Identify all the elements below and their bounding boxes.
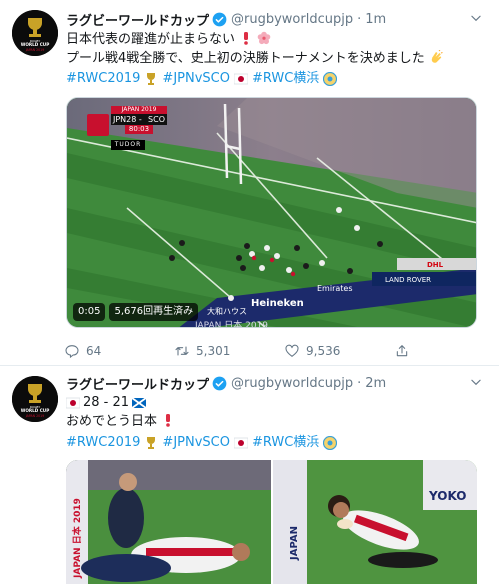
scorebug-logo: [87, 114, 109, 136]
tweet-line-2: プール戦4戦全勝で、史上初の決勝トーナメントを決めました: [66, 51, 425, 66]
flag-japan-icon: [66, 397, 80, 408]
sponsor-badge: TUDOR: [111, 140, 145, 150]
retweet-count: 5,301: [196, 344, 231, 358]
hashtag-rwc-yokohama[interactable]: #RWC横浜: [252, 433, 319, 452]
board-emirates: Emirates: [317, 284, 353, 293]
flag-scotland-icon: [132, 396, 147, 409]
board-dhl: DHL: [427, 261, 444, 269]
timestamp[interactable]: 1m: [365, 12, 386, 27]
tweet-header: ラグビーワールドカップ @rugbyworldcupjp · 1m: [66, 9, 487, 29]
tweet-text: 日本代表の躍進が止まらない プール戦4戦全勝で、史上初の決勝トーナメントを決めま…: [66, 30, 487, 68]
video-player[interactable]: Heineken Emirates LAND ROVER DHL 大和ハウス J…: [66, 97, 477, 328]
hashtag-jpnvsco[interactable]: #JPNvSCO: [162, 433, 230, 452]
verified-icon: [212, 12, 227, 26]
exclamation-icon: [244, 32, 249, 45]
yokohama-icon: [323, 435, 338, 450]
score-line: 28 - 21: [83, 395, 130, 410]
svg-text:WORLD CUP: WORLD CUP: [21, 408, 50, 413]
video-overlay: 0:05 5,676回再生済み: [73, 303, 199, 321]
tweet-line-1: 日本代表の躍進が止まらない: [66, 32, 236, 47]
rwc-cup-icon: [147, 436, 156, 449]
handle[interactable]: @rugbyworldcupjp: [231, 12, 353, 27]
hashtag-jpnvsco[interactable]: #JPNvSCO: [162, 69, 230, 88]
tweet-header: ラグビーワールドカップ @rugbyworldcupjp · 2m: [66, 373, 487, 393]
action-bar: 64 5,301 9,536: [64, 341, 424, 361]
flag-japan-icon: [233, 73, 248, 84]
separator: ·: [357, 11, 362, 27]
home-team: JPN: [113, 115, 127, 124]
board-land-rover: LAND ROVER: [385, 276, 431, 284]
photo-grid: JAPAN 日本 2019 JAPAN YOKO: [66, 460, 477, 584]
timestamp[interactable]: 2m: [365, 376, 386, 391]
verified-icon: [212, 376, 227, 390]
scorebug: JAPAN 2019 JPN 28 - 21 SCO 80:03 TUDOR: [87, 106, 167, 150]
like-count: 9,536: [306, 344, 341, 358]
board-japan-2019: JAPAN 日本 2019: [194, 319, 268, 328]
share-button[interactable]: [394, 341, 424, 361]
svg-text:JAPAN 2019: JAPAN 2019: [25, 414, 44, 418]
photo-2[interactable]: JAPAN YOKO: [272, 460, 477, 584]
avatar[interactable]: RUGBY WORLD CUP JAPAN 2019: [12, 10, 58, 56]
svg-text:JAPAN 2019: JAPAN 2019: [25, 48, 44, 52]
like-button[interactable]: 9,536: [284, 341, 394, 361]
svg-text:WORLD CUP: WORLD CUP: [21, 42, 50, 47]
match-clock: 80:03: [125, 125, 153, 134]
hashtag-row: #RWC2019 #JPNvSCO #RWC横浜: [66, 433, 487, 452]
hashtag-rwc2019[interactable]: #RWC2019: [66, 433, 140, 452]
hashtag-row: #RWC2019 #JPNvSCO #RWC横浜: [66, 69, 487, 88]
tweet-text: 28 - 21 おめでとう日本: [66, 393, 487, 431]
hashtag-rwc-yokohama[interactable]: #RWC横浜: [252, 69, 319, 88]
rwc-cup-icon: [147, 72, 156, 85]
display-name[interactable]: ラグビーワールドカップ: [66, 10, 209, 29]
caret-down-icon[interactable]: [469, 11, 483, 25]
rwc-logo-icon: RUGBY WORLD CUP JAPAN 2019: [12, 10, 58, 56]
board-heineken: Heineken: [251, 298, 304, 309]
hashtag-rwc2019[interactable]: #RWC2019: [66, 69, 140, 88]
yokohama-icon: [323, 71, 338, 86]
video-duration: 0:05: [73, 303, 106, 321]
exclamation-icon: [166, 414, 171, 427]
flag-japan-icon: [233, 437, 248, 448]
separator: ·: [357, 375, 362, 391]
scorebug-score: JPN 28 - 21 SCO: [111, 114, 167, 135]
board-daiwa: 大和ハウス: [207, 306, 247, 316]
retweet-button[interactable]: 5,301: [174, 341, 284, 361]
share-icon: [396, 345, 408, 357]
reply-count: 64: [86, 344, 102, 358]
photo-board-text: YOKO: [428, 489, 466, 503]
tweet-1[interactable]: RUGBY WORLD CUP JAPAN 2019 ラグビーワールドカップ @…: [0, 0, 499, 366]
clap-icon: [431, 50, 443, 63]
tweet-2[interactable]: RUGBY WORLD CUP JAPAN 2019 ラグビーワールドカップ @…: [0, 367, 499, 584]
like-icon: [285, 344, 299, 357]
rwc-logo-icon: RUGBY WORLD CUP JAPAN 2019: [12, 376, 58, 422]
sakura-icon: [257, 31, 271, 45]
score: 28 - 21: [126, 115, 142, 135]
reply-icon: [65, 345, 79, 359]
scorebug-title: JAPAN 2019: [111, 106, 167, 114]
reply-button[interactable]: 64: [64, 341, 174, 361]
tweet-line-2: おめでとう日本: [66, 414, 158, 429]
away-team: SCO: [148, 115, 165, 124]
retweet-icon: [175, 346, 189, 356]
photo-1[interactable]: JAPAN 日本 2019: [66, 460, 271, 584]
display-name[interactable]: ラグビーワールドカップ: [66, 374, 209, 393]
try-photo-1-image: JAPAN 日本 2019: [66, 460, 271, 584]
caret-down-icon[interactable]: [469, 375, 483, 389]
try-photo-2-image: JAPAN YOKO: [272, 460, 477, 584]
view-count: 5,676回再生済み: [109, 303, 199, 321]
avatar[interactable]: RUGBY WORLD CUP JAPAN 2019: [12, 376, 58, 422]
photo-board-text: JAPAN: [289, 526, 300, 561]
handle[interactable]: @rugbyworldcupjp: [231, 376, 353, 391]
